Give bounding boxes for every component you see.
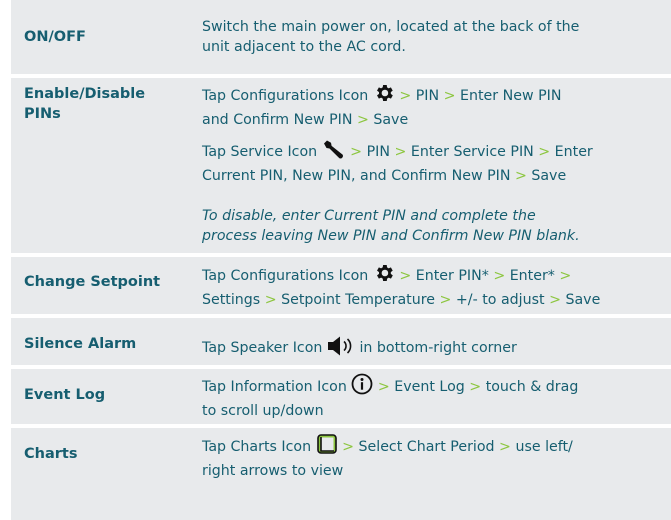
row-event-log: Event Log Tap Information Icon > Event L… [11,369,671,425]
row-description: Tap Speaker Icon in bottom-right corner [202,336,670,362]
gear-icon [373,262,395,290]
row-silence-alarm: Silence Alarm Tap Speaker Icon in bottom… [11,318,671,366]
paragraph: Tap Service Icon > PIN > Enter Service P… [202,140,670,186]
row-description: Tap Charts Icon > Select Chart Period > … [202,433,670,481]
row-label: Change Setpoint [24,274,161,290]
row-label: Charts [24,446,78,462]
speaker-icon [327,336,355,362]
paragraph: Tap Configurations Icon > PIN > Enter Ne… [202,82,670,130]
note: To disable, enter Current PIN and comple… [202,208,580,244]
row-charts: Charts Tap Charts Icon > Select Chart Pe… [11,428,671,520]
row-description: Tap Configurations Icon > PIN > Enter Ne… [202,82,670,246]
info-icon [351,373,373,401]
quick-reference-table: ON/OFF Switch the main power on, located… [11,0,671,520]
row-change-setpoint: Change Setpoint Tap Configurations Icon … [11,257,671,315]
row-on-off: ON/OFF Switch the main power on, located… [11,0,671,75]
row-label: Event Log [24,387,106,403]
row-label: Silence Alarm [24,336,137,352]
row-description: Switch the main power on, located at the… [202,19,580,55]
row-description: Tap Configurations Icon > Enter PIN* > E… [202,262,670,310]
row-description: Tap Information Icon > Event Log > touch… [202,373,670,421]
wrench-icon [322,140,346,166]
chart-icon [316,433,338,461]
gear-icon [373,82,395,110]
row-label: ON/OFF [24,29,86,45]
row-enable-disable-pins: Enable/Disable PINs Tap Configurations I… [11,78,671,254]
row-label: Enable/Disable PINs [24,86,146,122]
